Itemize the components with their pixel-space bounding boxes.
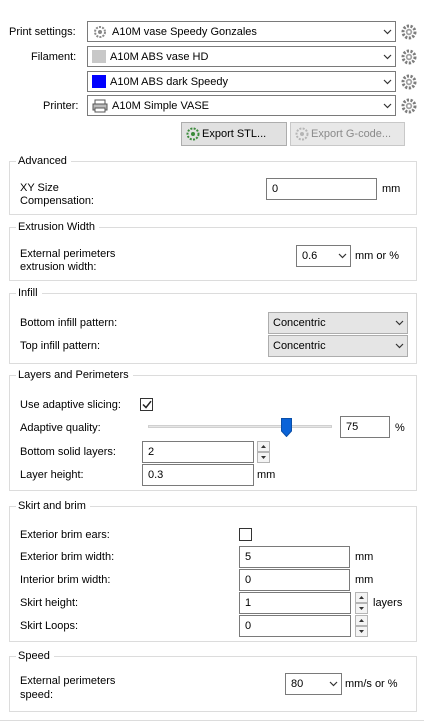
- printer-combo[interactable]: A10M Simple VASE: [87, 95, 396, 116]
- ext-speed-combo[interactable]: 80: [285, 673, 342, 695]
- spin-down-icon[interactable]: [355, 603, 368, 614]
- filament-1-combo[interactable]: A10M ABS vase HD: [87, 46, 396, 67]
- chevron-down-icon: [379, 47, 395, 66]
- exterior-brim-label: Exterior brim width:: [20, 551, 115, 563]
- filament-1-gear-icon[interactable]: [401, 49, 417, 65]
- chevron-down-icon: [379, 22, 395, 41]
- filament-2-combo[interactable]: A10M ABS dark Speedy: [87, 71, 396, 92]
- interior-brim-label: Interior brim width:: [20, 574, 111, 586]
- interior-brim-unit: mm: [355, 574, 374, 586]
- adaptive-quality-slider-track[interactable]: [148, 425, 332, 428]
- chevron-down-icon: [391, 336, 407, 356]
- xy-compensation-unit: mm: [382, 183, 401, 195]
- checkmark-icon: [141, 400, 152, 409]
- layer-height-unit: mm: [257, 469, 276, 481]
- chevron-down-icon: [391, 313, 407, 333]
- filament-2-value: A10M ABS dark Speedy: [110, 75, 229, 88]
- layer-height-label: Layer height:: [20, 469, 84, 481]
- spin-up-icon[interactable]: [257, 441, 270, 452]
- bottom-infill-label: Bottom infill pattern:: [20, 317, 118, 329]
- advanced-title: Advanced: [16, 155, 71, 168]
- xy-compensation-label-line1: XY Size: [20, 182, 59, 194]
- panel-bottom-divider: [0, 720, 424, 721]
- exterior-brim-unit: mm: [355, 551, 374, 563]
- filament-1-color-swatch: [92, 50, 106, 63]
- adaptive-quality-unit: %: [395, 422, 405, 434]
- export-stl-icon: [186, 127, 200, 141]
- infill-title: Infill: [16, 287, 42, 300]
- ext-speed-label-line1: External perimeters: [20, 675, 116, 687]
- print-settings-label: Print settings:: [9, 26, 76, 38]
- layers-title: Layers and Perimeters: [16, 369, 133, 382]
- export-gcode-button[interactable]: Export G-code...: [290, 122, 405, 146]
- top-infill-combo[interactable]: Concentric: [268, 335, 408, 357]
- skirt-height-unit: layers: [373, 597, 403, 609]
- adaptive-quality-input[interactable]: 75: [340, 416, 390, 438]
- printer-label: Printer:: [43, 100, 79, 112]
- skirt-loops-spinner[interactable]: [355, 615, 368, 637]
- skirt-height-spinner[interactable]: [355, 592, 368, 614]
- filament-label: Filament:: [31, 51, 77, 63]
- print-settings-icon: [92, 24, 108, 40]
- printer-icon: [92, 98, 110, 114]
- adaptive-quality-slider-thumb[interactable]: [280, 418, 292, 438]
- skirt-loops-label: Skirt Loops:: [20, 620, 79, 632]
- adaptive-slicing-checkbox[interactable]: [140, 398, 153, 411]
- chevron-down-icon: [334, 246, 350, 266]
- ext-speed-label-line2: speed:: [20, 689, 54, 701]
- print-settings-combo[interactable]: A10M vase Speedy Gonzales: [87, 21, 396, 42]
- interior-brim-input[interactable]: 0: [239, 569, 350, 591]
- spin-down-icon[interactable]: [355, 626, 368, 637]
- printer-value: A10M Simple VASE: [112, 99, 210, 112]
- ext-width-combo[interactable]: 0.6: [296, 245, 351, 267]
- xy-compensation-label-line2: Compensation:: [20, 195, 94, 207]
- adaptive-slicing-label: Use adaptive slicing:: [20, 399, 121, 411]
- ext-width-value: 0.6: [302, 250, 318, 262]
- bottom-solid-layers-input[interactable]: 2: [142, 441, 254, 463]
- export-stl-label: Export STL...: [202, 128, 267, 140]
- exterior-brim-input[interactable]: 5: [239, 546, 350, 568]
- print-settings-gear-icon[interactable]: [401, 24, 417, 40]
- bottom-infill-value: Concentric: [273, 317, 326, 329]
- export-gcode-icon: [295, 127, 309, 141]
- chevron-down-icon: [379, 72, 395, 91]
- filament-1-value: A10M ABS vase HD: [110, 50, 209, 63]
- export-gcode-label: Export G-code...: [311, 128, 392, 140]
- ext-speed-unit: mm/s or %: [345, 678, 398, 690]
- top-infill-value: Concentric: [273, 340, 326, 352]
- skirt-loops-input[interactable]: 0: [239, 615, 351, 637]
- skirt-height-input[interactable]: 1: [239, 592, 351, 614]
- skirt-title: Skirt and brim: [16, 500, 90, 513]
- ext-speed-value: 80: [291, 678, 304, 690]
- printer-gear-icon[interactable]: [401, 98, 417, 114]
- adaptive-quality-label: Adaptive quality:: [20, 422, 101, 434]
- ext-width-label-line2: extrusion width:: [20, 261, 97, 273]
- ext-width-label-line1: External perimeters: [20, 248, 116, 260]
- export-stl-button[interactable]: Export STL...: [181, 122, 287, 146]
- layer-height-input[interactable]: 0.3: [142, 464, 254, 486]
- bottom-infill-combo[interactable]: Concentric: [268, 312, 408, 334]
- spin-up-icon[interactable]: [355, 615, 368, 626]
- extrusion-title: Extrusion Width: [16, 221, 100, 234]
- brim-ears-checkbox[interactable]: [239, 528, 252, 541]
- chevron-down-icon: [325, 674, 341, 694]
- spin-up-icon[interactable]: [355, 592, 368, 603]
- filament-2-gear-icon[interactable]: [401, 74, 417, 90]
- print-settings-value: A10M vase Speedy Gonzales: [112, 25, 257, 38]
- top-infill-label: Top infill pattern:: [20, 340, 101, 352]
- brim-ears-label: Exterior brim ears:: [20, 529, 110, 541]
- spin-down-icon[interactable]: [257, 452, 270, 463]
- skirt-height-label: Skirt height:: [20, 597, 79, 609]
- bottom-solid-layers-spinner[interactable]: [257, 441, 270, 463]
- bottom-solid-layers-label: Bottom solid layers:: [20, 446, 116, 458]
- chevron-down-icon: [379, 96, 395, 115]
- ext-width-unit: mm or %: [355, 250, 399, 262]
- xy-compensation-input[interactable]: 0: [266, 178, 377, 200]
- speed-title: Speed: [16, 650, 54, 663]
- filament-2-color-swatch: [92, 75, 106, 88]
